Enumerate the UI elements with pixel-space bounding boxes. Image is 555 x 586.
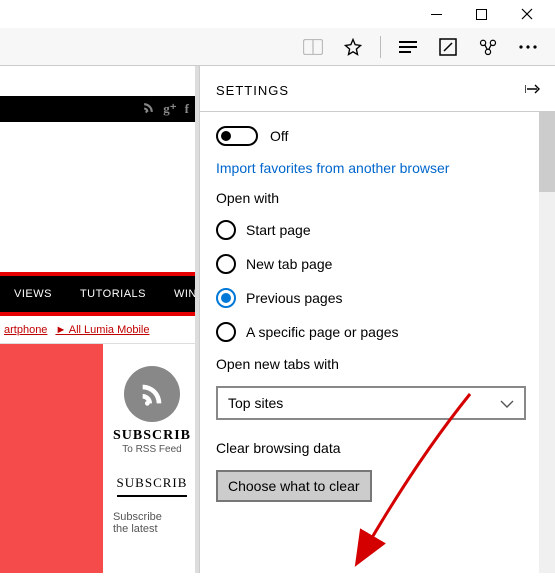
rss-circle-icon[interactable]: [124, 366, 180, 422]
subscribe-title: SUBSCRIB: [113, 428, 191, 444]
page-nav: VIEWS TUTORIALS WIND: [0, 272, 195, 316]
import-favorites-link[interactable]: Import favorites from another browser: [216, 160, 520, 176]
chevron-down-icon: [500, 395, 514, 411]
radio-previous-pages[interactable]: Previous pages: [216, 288, 520, 308]
theme-toggle[interactable]: [216, 126, 258, 146]
settings-title: SETTINGS: [216, 83, 289, 98]
close-button[interactable]: [504, 0, 549, 28]
radio-label: Previous pages: [246, 290, 343, 306]
radio-specific-page[interactable]: A specific page or pages: [216, 322, 520, 342]
pin-icon[interactable]: [525, 82, 541, 99]
window-controls: [0, 0, 555, 28]
maximize-button[interactable]: [459, 0, 504, 28]
open-new-tabs-label: Open new tabs with: [216, 356, 520, 372]
open-new-tabs-dropdown[interactable]: Top sites: [216, 386, 526, 420]
web-note-icon[interactable]: [431, 30, 465, 64]
gplus-icon[interactable]: g⁺: [163, 101, 176, 117]
radio-label: New tab page: [246, 256, 332, 272]
dropdown-value: Top sites: [228, 395, 283, 411]
clear-browsing-data-label: Clear browsing data: [216, 440, 520, 456]
nav-item[interactable]: TUTORIALS: [66, 288, 160, 300]
radio-label: A specific page or pages: [246, 324, 399, 340]
browser-toolbar: [0, 28, 555, 66]
panel-scrollbar[interactable]: [539, 112, 555, 573]
page-link[interactable]: artphone: [4, 324, 47, 336]
toolbar-separator: [380, 36, 381, 58]
more-icon[interactable]: [511, 30, 545, 64]
page-link-strip: artphone ► All Lumia Mobile: [0, 316, 195, 344]
background-webpage: g⁺ f VIEWS TUTORIALS WIND artphone ► All…: [0, 66, 195, 573]
theme-toggle-row: Off: [216, 126, 520, 146]
open-with-label: Open with: [216, 190, 520, 206]
page-social-bar: g⁺ f: [0, 96, 195, 122]
page-red-block: [0, 344, 103, 573]
rss-icon[interactable]: [142, 101, 155, 117]
subscribe-caption: To RSS Feed: [113, 444, 191, 455]
radio-start-page[interactable]: Start page: [216, 220, 520, 240]
hub-icon[interactable]: [391, 30, 425, 64]
radio-label: Start page: [246, 222, 311, 238]
settings-panel-header: SETTINGS: [200, 66, 555, 112]
reading-view-icon[interactable]: [296, 30, 330, 64]
subscribe-section-2: SUBSCRIB: [117, 475, 188, 497]
choose-what-to-clear-button[interactable]: Choose what to clear: [216, 470, 372, 502]
page-link[interactable]: ► All Lumia Mobile: [55, 324, 149, 336]
favorites-star-icon[interactable]: [336, 30, 370, 64]
share-icon[interactable]: [471, 30, 505, 64]
radio-new-tab-page[interactable]: New tab page: [216, 254, 520, 274]
content-area: g⁺ f VIEWS TUTORIALS WIND artphone ► All…: [0, 66, 555, 573]
minimize-button[interactable]: [414, 0, 459, 28]
facebook-icon[interactable]: f: [185, 101, 189, 117]
scrollbar-thumb[interactable]: [539, 112, 555, 192]
subscribe-text: Subscribe the latest: [113, 511, 191, 535]
nav-item[interactable]: VIEWS: [0, 288, 66, 300]
settings-panel-body: Off Import favorites from another browse…: [200, 112, 555, 573]
open-with-radio-group: Start page New tab page Previous pages A…: [216, 220, 520, 342]
settings-panel: SETTINGS Off Import favorites from anoth…: [199, 66, 555, 573]
page-subscribe-column: SUBSCRIB To RSS Feed SUBSCRIB Subscribe …: [103, 344, 195, 573]
nav-item[interactable]: WIND: [160, 288, 195, 300]
toggle-state-label: Off: [270, 128, 288, 144]
